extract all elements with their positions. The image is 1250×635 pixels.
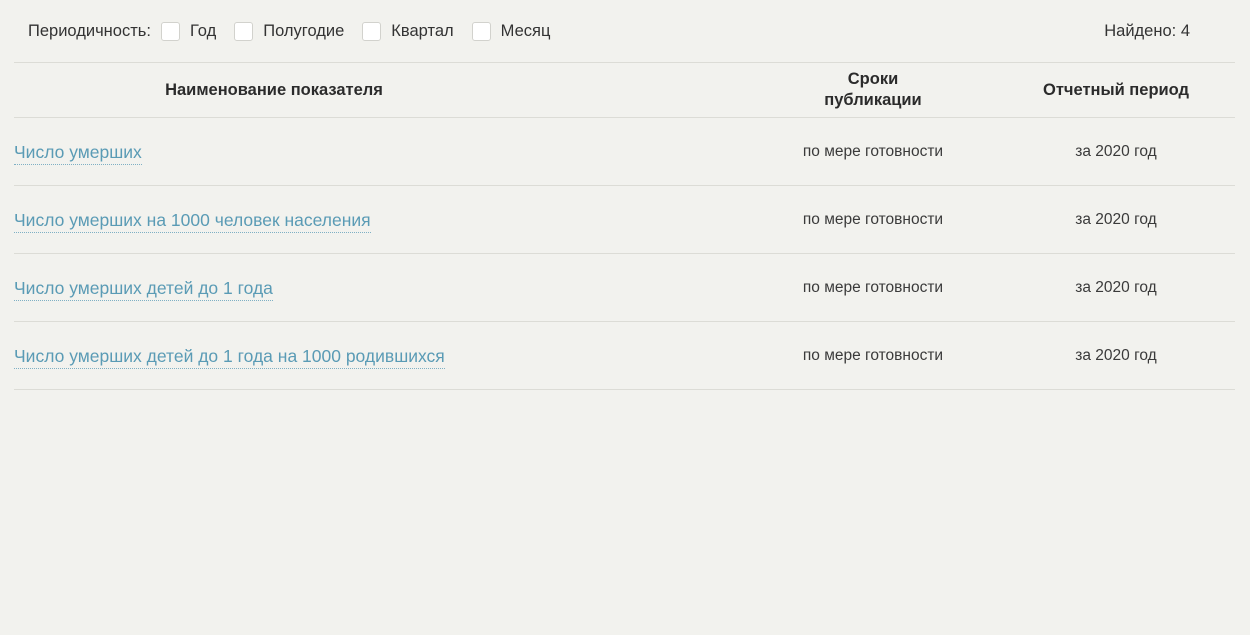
table-row: Число умерших по мере готовности за 2020… [0,118,1250,185]
header-cell-terms: Сроки публикации [749,69,997,111]
table-row: Число умерших на 1000 человек населения … [0,186,1250,253]
cell-reporting-period: за 2020 год [997,211,1235,229]
indicator-link[interactable]: Число умерших [14,141,142,165]
header-label-period: Отчетный период [1042,80,1190,99]
header-label-terms-line2: публикации [824,91,922,109]
filter-option-quarter[interactable]: Квартал [362,21,454,41]
cell-indicator-name: Число умерших [14,141,749,165]
header-cell-period: Отчетный период [997,80,1235,101]
table-row: Число умерших детей до 1 года по мере го… [0,254,1250,321]
reporting-period-text: за 2020 год [1075,142,1157,160]
publication-terms-text: по мере готовности [802,142,944,160]
page-root: Периодичность: Год Полугодие Квартал Мес… [0,0,1250,635]
cell-publication-terms: по мере готовности [749,347,997,365]
indicator-link[interactable]: Число умерших на 1000 человек населения [14,209,371,233]
cell-reporting-period: за 2020 год [997,143,1235,161]
periodicity-label: Периодичность: [28,21,151,40]
publication-terms-text: по мере готовности [802,278,944,296]
table-header-row: Наименование показателя Сроки публикации… [0,63,1250,117]
table-bottom-divider [14,389,1235,390]
indicators-table: Наименование показателя Сроки публикации… [0,63,1250,390]
results-count: Найдено: 4 [1104,21,1190,40]
reporting-period-text: за 2020 год [1075,210,1157,228]
checkbox-month-label: Месяц [500,21,551,40]
cell-reporting-period: за 2020 год [997,347,1235,365]
cell-indicator-name: Число умерших на 1000 человек населения [14,209,749,233]
header-cell-name: Наименование показателя [14,80,749,101]
publication-terms-text: по мере готовности [802,210,944,228]
cell-publication-terms: по мере готовности [749,143,997,161]
filter-bar: Периодичность: Год Полугодие Квартал Мес… [0,0,1250,62]
periodicity-filter-group: Периодичность: Год Полугодие Квартал Мес… [28,21,551,41]
filter-option-month[interactable]: Месяц [471,21,551,41]
cell-publication-terms: по мере готовности [749,211,997,229]
cell-reporting-period: за 2020 год [997,279,1235,297]
publication-terms-text: по мере готовности [802,346,944,364]
checkbox-halfyear-label: Полугодие [263,21,345,40]
filter-option-year[interactable]: Год [160,21,217,41]
indicator-link[interactable]: Число умерших детей до 1 года [14,277,273,301]
reporting-period-text: за 2020 год [1075,278,1157,296]
header-label-terms-line1: Сроки [847,70,899,88]
filter-option-halfyear[interactable]: Полугодие [234,21,345,41]
checkbox-quarter[interactable] [362,21,382,41]
checkbox-month[interactable] [471,21,491,41]
checkbox-year[interactable] [160,21,180,41]
checkbox-quarter-label: Квартал [391,21,454,40]
header-label-name: Наименование показателя [165,80,383,99]
checkbox-year-label: Год [189,21,217,40]
cell-indicator-name: Число умерших детей до 1 года [14,277,749,301]
indicator-link[interactable]: Число умерших детей до 1 года на 1000 ро… [14,345,445,369]
cell-publication-terms: по мере готовности [749,279,997,297]
cell-indicator-name: Число умерших детей до 1 года на 1000 ро… [14,345,749,369]
reporting-period-text: за 2020 год [1075,346,1157,364]
checkbox-halfyear[interactable] [234,21,254,41]
table-row: Число умерших детей до 1 года на 1000 ро… [0,322,1250,389]
